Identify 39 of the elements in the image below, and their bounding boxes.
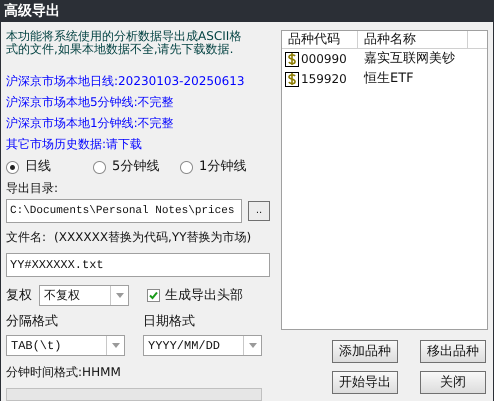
table-cell-text: 嘉实互联网美钞 [363, 50, 455, 68]
data-status-text: 沪深京市场本地日线:20230103-20250613 [6, 73, 246, 89]
radio-button[interactable] [93, 160, 106, 174]
field-label: 导出目录: [6, 180, 60, 196]
dialog-button[interactable]: 关闭 [420, 371, 486, 394]
radio-label: 1分钟线 [199, 158, 246, 176]
radio-label: 日线 [25, 158, 51, 176]
table-cell-text: 000990 [301, 51, 347, 68]
data-status-text: 其它市场历史数据:请下载 [6, 136, 144, 152]
checkbox-label: 生成导出头部 [165, 286, 243, 305]
table-cell-text: 恒生ETF [362, 70, 414, 88]
date-format-select[interactable]: YYYY/MM/DD [143, 335, 262, 356]
field-label: 分隔格式 [6, 314, 59, 330]
minute-format-text: 分钟时间格式:HHMM [6, 364, 122, 380]
radio-label: 5分钟线 [112, 158, 160, 176]
dollar-icon [285, 72, 299, 86]
file-name-field[interactable]: YY#XXXXXX.txt [6, 253, 270, 277]
column-header[interactable]: 品种名称 [358, 31, 468, 48]
dollar-icon [285, 52, 299, 66]
browse-button[interactable]: .. [248, 201, 270, 221]
data-status-text: 沪深京市场本地1分钟线:不完整 [6, 115, 175, 131]
adjust-select[interactable]: 不复权 [39, 285, 129, 306]
field-label: 复权 [6, 286, 33, 305]
description-text: 本功能将系统使用的分析数据导出成ASCII格式的文件,如果本地数据不全,请先下载数据. [6, 30, 242, 56]
field-label: 日期格式 [143, 314, 195, 330]
hint-text: (XXXXXX替换为代码,YY替换为市场) [54, 229, 252, 245]
table-cell-text: 159920 [301, 71, 347, 88]
dialog-button[interactable]: 移出品种 [420, 340, 486, 363]
radio-button[interactable] [180, 160, 193, 174]
dialog-button[interactable]: 开始导出 [332, 371, 398, 394]
data-status-text: 沪深京市场本地5分钟线:不完整 [6, 94, 175, 110]
field-label: 文件名: [6, 229, 46, 245]
checkbox[interactable] [147, 289, 160, 302]
directory-field[interactable]: C:\Documents\Personal Notes\prices [6, 199, 242, 223]
window-title: 高级导出 [4, 2, 60, 20]
radio-button[interactable] [6, 160, 19, 174]
separator-select[interactable]: TAB(\t) [6, 335, 125, 356]
column-header[interactable]: 品种代码 [282, 31, 358, 48]
dialog-button[interactable]: 添加品种 [332, 340, 398, 363]
